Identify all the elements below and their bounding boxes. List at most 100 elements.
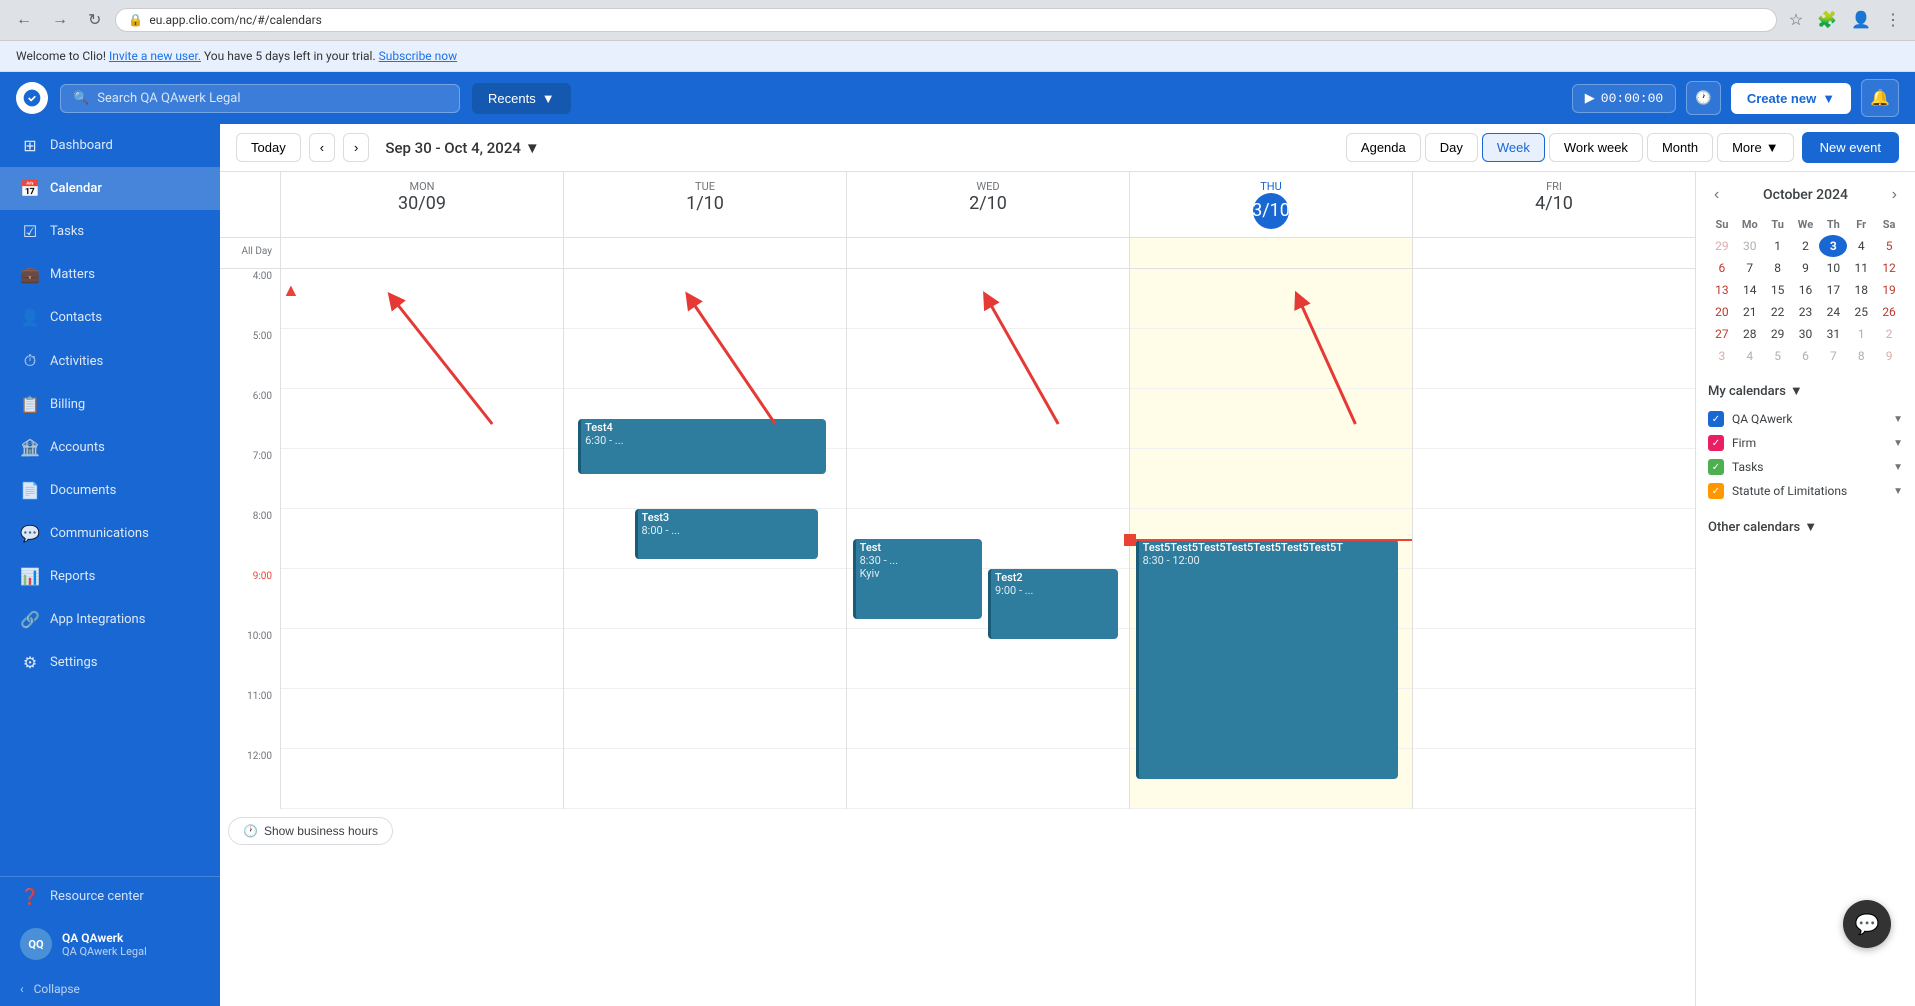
day-column-mon[interactable] (280, 269, 563, 809)
day-column-tue[interactable]: Test4 6:30 - ... Test3 8:00 - ... (563, 269, 846, 809)
mini-cal-day-2-4[interactable]: 17 (1819, 279, 1847, 301)
mini-cal-day-2-3[interactable]: 16 (1792, 279, 1820, 301)
view-workweek-button[interactable]: Work week (1549, 133, 1643, 162)
profile-button[interactable]: 👤 (1847, 6, 1875, 34)
view-week-button[interactable]: Week (1482, 133, 1545, 162)
mini-cal-day-4-2[interactable]: 29 (1764, 323, 1792, 345)
mini-cal-day-3-3[interactable]: 23 (1792, 301, 1820, 323)
mini-cal-day-1-4[interactable]: 10 (1819, 257, 1847, 279)
day-header-fri[interactable]: Fri 4/10 (1412, 172, 1695, 237)
recents-button[interactable]: Recents ▼ (472, 83, 571, 114)
sidebar-item-app-integrations[interactable]: 🔗 App Integrations (0, 598, 220, 641)
sidebar-item-reports[interactable]: 📊 Reports (0, 555, 220, 598)
mini-cal-day-1-2[interactable]: 8 (1764, 257, 1792, 279)
next-period-button[interactable]: › (343, 133, 369, 162)
mini-calendar-title[interactable]: October 2024 (1763, 187, 1848, 203)
sidebar-item-accounts[interactable]: 🏦 Accounts (0, 426, 220, 469)
view-month-button[interactable]: Month (1647, 133, 1713, 162)
allday-cell-fri[interactable] (1412, 238, 1695, 268)
mini-cal-day-0-1[interactable]: 30 (1736, 235, 1764, 257)
sidebar-item-billing[interactable]: 📋 Billing (0, 383, 220, 426)
mini-cal-day-2-5[interactable]: 18 (1847, 279, 1875, 301)
day-header-wed[interactable]: Wed 2/10 (846, 172, 1129, 237)
mini-cal-day-2-2[interactable]: 15 (1764, 279, 1792, 301)
day-header-mon[interactable]: Mon 30/09 (280, 172, 563, 237)
mini-cal-day-4-0[interactable]: 27 (1708, 323, 1736, 345)
calendar-entry-qa-qawerk[interactable]: ✓ QA QAwerk ▼ (1708, 407, 1903, 431)
notification-bell-button[interactable]: 🔔 (1861, 79, 1899, 117)
mini-cal-day-3-4[interactable]: 24 (1819, 301, 1847, 323)
event-test3[interactable]: Test3 8:00 - ... (635, 509, 818, 559)
mini-cal-day-5-2[interactable]: 5 (1764, 345, 1792, 367)
mini-cal-day-4-5[interactable]: 1 (1847, 323, 1875, 345)
view-agenda-button[interactable]: Agenda (1346, 133, 1421, 162)
mini-cal-day-3-6[interactable]: 26 (1875, 301, 1903, 323)
cal-dropdown-qa-qawerk[interactable]: ▼ (1893, 414, 1903, 425)
cal-dropdown-firm[interactable]: ▼ (1893, 438, 1903, 449)
mini-cal-day-5-3[interactable]: 6 (1792, 345, 1820, 367)
more-views-button[interactable]: More ▼ (1717, 133, 1794, 162)
mini-cal-next-button[interactable]: › (1886, 184, 1903, 206)
event-test4[interactable]: Test4 6:30 - ... (578, 419, 826, 474)
mini-cal-day-0-5[interactable]: 4 (1847, 235, 1875, 257)
day-column-thu[interactable]: Test5Test5Test5Test5Test5Test5Test5T 8:3… (1129, 269, 1412, 809)
allday-cell-tue[interactable] (563, 238, 846, 268)
mini-cal-day-5-5[interactable]: 8 (1847, 345, 1875, 367)
mini-cal-day-2-0[interactable]: 13 (1708, 279, 1736, 301)
mini-cal-day-4-6[interactable]: 2 (1875, 323, 1903, 345)
sidebar-item-documents[interactable]: 📄 Documents (0, 469, 220, 512)
mini-cal-day-0-0[interactable]: 29 (1708, 235, 1736, 257)
mini-cal-day-1-0[interactable]: 6 (1708, 257, 1736, 279)
allday-cell-wed[interactable] (846, 238, 1129, 268)
sidebar-item-contacts[interactable]: 👤 Contacts (0, 296, 220, 339)
bookmark-button[interactable]: ☆ (1785, 6, 1807, 34)
sidebar-item-settings[interactable]: ⚙ Settings (0, 641, 220, 684)
chat-fab-button[interactable]: 💬 (1843, 900, 1891, 948)
cal-dropdown-statute[interactable]: ▼ (1893, 486, 1903, 497)
sidebar-item-activities[interactable]: ⏱ Activities (0, 339, 220, 383)
calendar-entry-firm[interactable]: ✓ Firm ▼ (1708, 431, 1903, 455)
sidebar-item-dashboard[interactable]: ⊞ Dashboard (0, 124, 220, 167)
mini-cal-day-3-0[interactable]: 20 (1708, 301, 1736, 323)
mini-cal-day-0-6[interactable]: 5 (1875, 235, 1903, 257)
menu-button[interactable]: ⋮ (1881, 6, 1905, 34)
mini-cal-day-3-5[interactable]: 25 (1847, 301, 1875, 323)
resource-center[interactable]: ❓ Resource center (0, 877, 220, 916)
allday-cell-mon[interactable] (280, 238, 563, 268)
mini-cal-day-1-3[interactable]: 9 (1792, 257, 1820, 279)
calendar-main[interactable]: Mon 30/09 Tue 1/10 Wed 2/10 Thu 3/10 (220, 172, 1695, 1006)
event-test[interactable]: Test 8:30 - ... Kyiv (853, 539, 983, 619)
my-calendars-title[interactable]: My calendars ▼ (1708, 383, 1903, 399)
mini-cal-day-1-5[interactable]: 11 (1847, 257, 1875, 279)
mini-cal-day-0-3[interactable]: 2 (1792, 235, 1820, 257)
day-header-thu[interactable]: Thu 3/10 (1129, 172, 1412, 237)
clock-button[interactable]: 🕐 (1686, 81, 1721, 115)
mini-cal-day-1-6[interactable]: 12 (1875, 257, 1903, 279)
forward-button[interactable]: → (46, 7, 74, 33)
mini-cal-day-5-0[interactable]: 3 (1708, 345, 1736, 367)
collapse-button[interactable]: ‹ Collapse (0, 972, 220, 1006)
view-day-button[interactable]: Day (1425, 133, 1478, 162)
prev-period-button[interactable]: ‹ (309, 133, 335, 162)
mini-cal-day-4-4[interactable]: 31 (1819, 323, 1847, 345)
mini-cal-day-4-1[interactable]: 28 (1736, 323, 1764, 345)
mini-cal-day-0-4[interactable]: 3 (1819, 235, 1847, 257)
sidebar-item-tasks[interactable]: ☑ Tasks (0, 210, 220, 253)
other-calendars-title[interactable]: Other calendars ▼ (1708, 519, 1903, 535)
day-header-tue[interactable]: Tue 1/10 (563, 172, 846, 237)
event-test5[interactable]: Test5Test5Test5Test5Test5Test5Test5T 8:3… (1136, 539, 1398, 779)
mini-cal-day-4-3[interactable]: 30 (1792, 323, 1820, 345)
show-business-hours-button[interactable]: 🕐 Show business hours (228, 817, 393, 845)
app-logo[interactable] (16, 82, 48, 114)
sidebar-item-calendar[interactable]: 📅 Calendar (0, 167, 220, 210)
day-column-fri[interactable] (1412, 269, 1695, 809)
mini-cal-day-1-1[interactable]: 7 (1736, 257, 1764, 279)
event-test2[interactable]: Test2 9:00 - ... (988, 569, 1118, 639)
create-new-button[interactable]: Create new ▼ (1731, 83, 1851, 114)
refresh-button[interactable]: ↻ (82, 6, 107, 34)
calendar-entry-tasks[interactable]: ✓ Tasks ▼ (1708, 455, 1903, 479)
back-button[interactable]: ← (10, 7, 38, 33)
extensions-button[interactable]: 🧩 (1813, 6, 1841, 34)
mini-cal-day-3-2[interactable]: 22 (1764, 301, 1792, 323)
subscribe-link[interactable]: Subscribe now (379, 49, 458, 63)
